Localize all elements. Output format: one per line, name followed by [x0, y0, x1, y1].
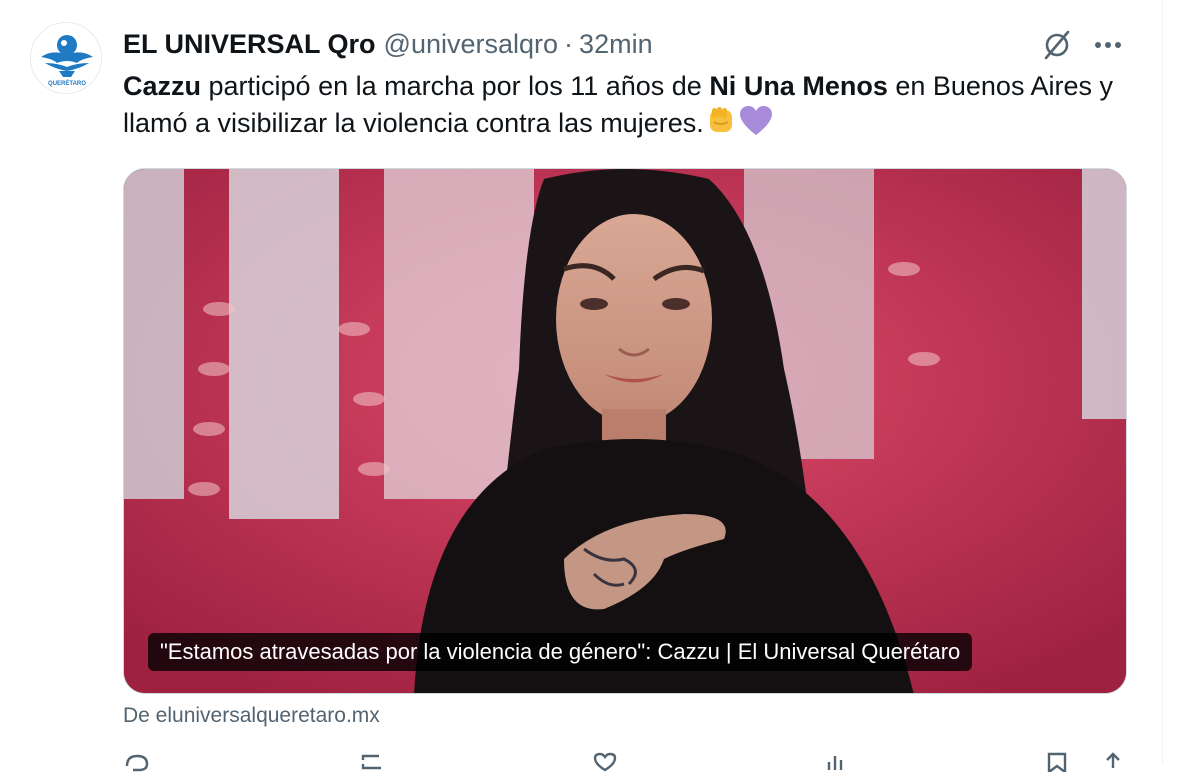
bookmark-icon[interactable]: [1043, 752, 1071, 772]
reply-icon[interactable]: [123, 752, 151, 772]
separator-dot: ·: [564, 28, 574, 59]
share-icon[interactable]: [1099, 752, 1127, 772]
like-icon[interactable]: [591, 752, 619, 772]
retweet-icon[interactable]: [359, 752, 387, 772]
purple-heart-emoji: [739, 106, 772, 135]
tweet-text: Cazzu participó en la marcha por los 11 …: [123, 68, 1133, 141]
card-source-link[interactable]: De eluniversalqueretaro.mx: [123, 704, 380, 728]
raised-fist-emoji: [709, 107, 732, 132]
mention-ni-una-menos: Ni Una Menos: [709, 71, 888, 101]
svg-text:QUERÉTARO: QUERÉTARO: [48, 79, 86, 87]
card-photo: [124, 169, 1126, 693]
mention-cazzu: Cazzu: [123, 71, 202, 101]
more-icon[interactable]: [1090, 30, 1126, 60]
display-name[interactable]: EL UNIVERSAL Qro: [123, 29, 376, 60]
user-handle[interactable]: @universalqro: [384, 29, 559, 60]
feed-divider: [1162, 0, 1163, 765]
tweet-actions: [123, 752, 1127, 772]
eagle-logo-icon: QUERÉTARO: [31, 23, 101, 93]
avatar[interactable]: QUERÉTARO: [30, 22, 102, 94]
views-icon[interactable]: [823, 752, 851, 772]
card-title[interactable]: "Estamos atravesadas por la violencia de…: [148, 633, 973, 671]
grok-icon[interactable]: [1040, 28, 1074, 62]
tweet-text-segment: participó en la marcha por los 11 años d…: [201, 71, 710, 101]
link-card[interactable]: "Estamos atravesadas por la violencia de…: [123, 168, 1127, 694]
tweet-header: EL UNIVERSAL Qro @universalqro · 32min: [123, 24, 653, 64]
tweet-article[interactable]: QUERÉTARO EL UNIVERSAL Qro @universalqro…: [0, 0, 1162, 772]
tweet-timestamp[interactable]: 32min: [579, 29, 653, 60]
